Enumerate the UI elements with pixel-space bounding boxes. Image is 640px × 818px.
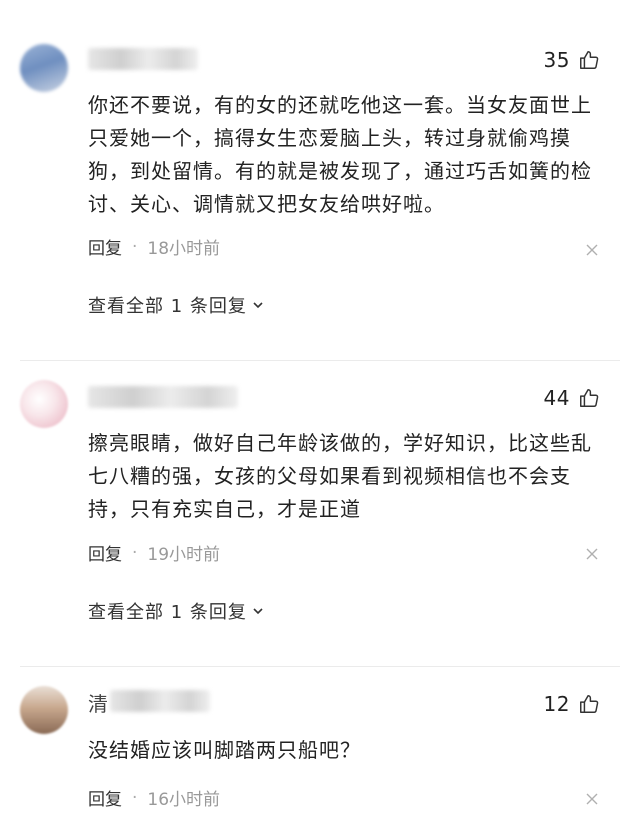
thumbs-up-icon — [580, 51, 599, 69]
timestamp: 19小时前 — [147, 545, 221, 565]
username-partial[interactable]: 清 — [88, 688, 108, 717]
like-button[interactable]: 35 — [544, 48, 600, 72]
avatar[interactable] — [20, 44, 68, 92]
reply-button[interactable]: 回复 — [88, 234, 122, 259]
like-button[interactable]: 44 — [544, 386, 600, 410]
thumbs-up-icon — [580, 389, 599, 407]
like-count: 12 — [543, 692, 570, 716]
comment-meta: 回复 · 19小时前 — [88, 540, 221, 566]
close-icon[interactable] — [584, 546, 600, 562]
username-blurred[interactable] — [110, 690, 210, 712]
avatar[interactable] — [20, 380, 68, 428]
comment-meta: 回复 · 16小时前 — [88, 785, 221, 811]
view-replies-button[interactable]: 查看全部 1 条回复 — [88, 598, 265, 624]
chevron-down-icon — [253, 608, 263, 615]
view-replies-label: 查看全部 1 条回复 — [88, 296, 247, 317]
close-icon[interactable] — [584, 242, 600, 258]
timestamp: 16小时前 — [147, 790, 221, 810]
chevron-down-icon — [253, 302, 263, 309]
comment-meta: 回复 · 18小时前 — [88, 234, 221, 260]
meta-separator: · — [132, 787, 138, 808]
close-icon[interactable] — [584, 791, 600, 807]
divider — [20, 666, 620, 667]
divider — [20, 360, 620, 361]
like-count: 35 — [543, 48, 570, 72]
thumbs-up-icon — [580, 695, 599, 713]
view-replies-button[interactable]: 查看全部 1 条回复 — [88, 292, 265, 318]
like-button[interactable]: 12 — [544, 692, 600, 716]
username-blurred[interactable] — [88, 48, 198, 70]
username-blurred[interactable] — [88, 386, 238, 408]
like-count: 44 — [543, 386, 570, 410]
comment-text: 你还不要说，有的女的还就吃他这一套。当女友面世上只爱她一个，搞得女生恋爱脑上头，… — [88, 93, 592, 216]
reply-button[interactable]: 回复 — [88, 785, 122, 810]
timestamp: 18小时前 — [147, 239, 221, 259]
meta-separator: · — [132, 542, 138, 563]
meta-separator: · — [132, 236, 138, 257]
avatar[interactable] — [20, 686, 68, 734]
view-replies-label: 查看全部 1 条回复 — [88, 602, 247, 623]
comment-text: 擦亮眼睛，做好自己年龄该做的，学好知识，比这些乱七八糟的强，女孩的父母如果看到视… — [88, 431, 592, 521]
reply-button[interactable]: 回复 — [88, 540, 122, 565]
comment-text: 没结婚应该叫脚踏两只船吧？ — [88, 738, 361, 762]
